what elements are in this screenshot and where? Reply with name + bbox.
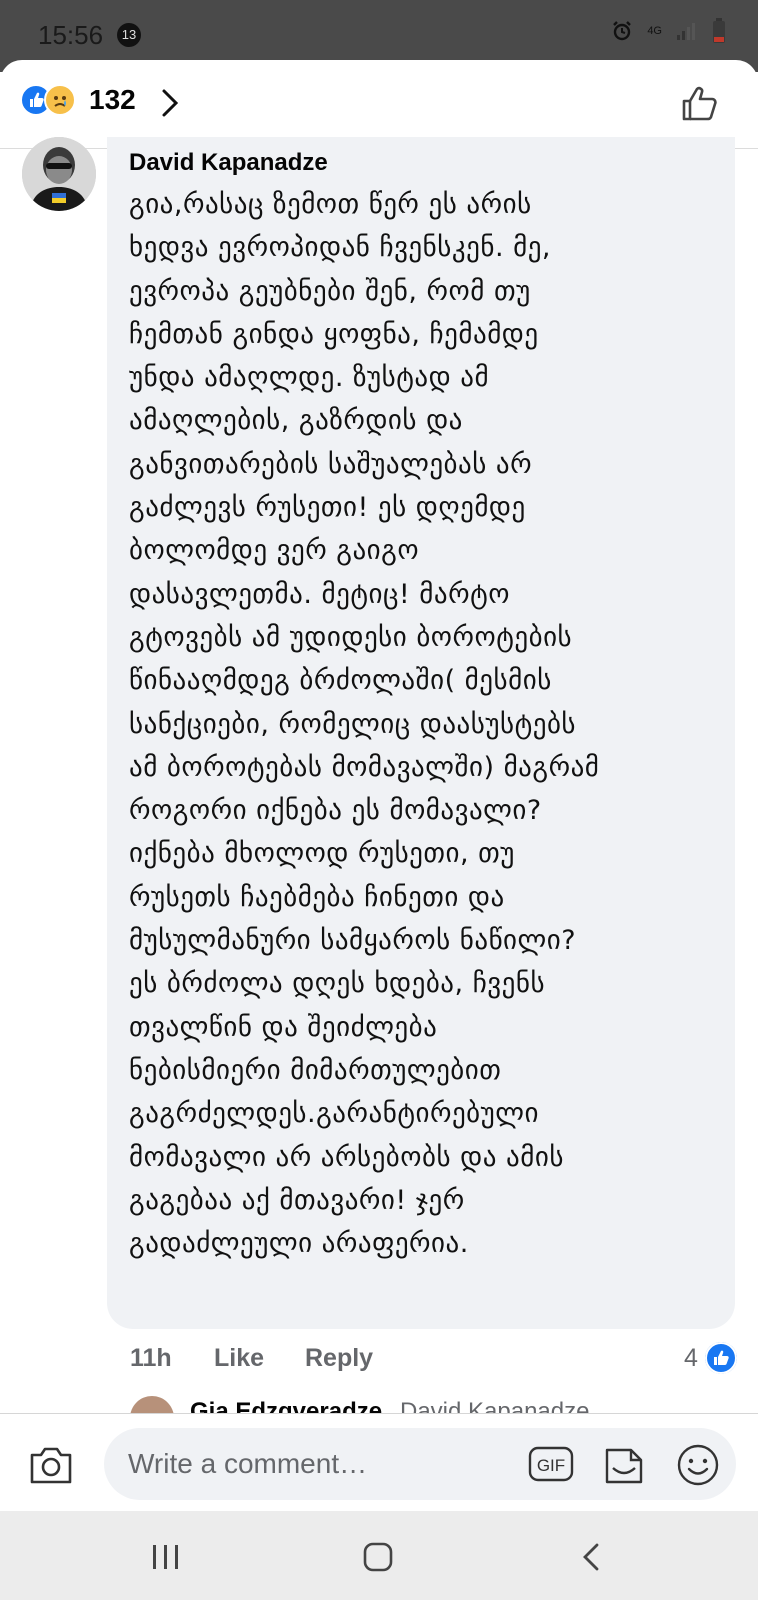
comment-text: გია,რასაც ზემოთ წერ ეს არის ხედვა ევროპიდ… <box>129 183 715 1265</box>
comment-text-line: განვითარების საშუალებას არ <box>129 448 533 480</box>
status-icons: 4G <box>611 18 726 44</box>
reaction-count: 132 <box>89 84 136 115</box>
comment-text-line: ეს ბრძოლა დღეს ხდება, ჩვენს <box>129 968 546 1000</box>
reaction-icons <box>20 84 80 118</box>
comment-timestamp[interactable]: 11h <box>130 1344 172 1373</box>
signal-icon <box>676 21 698 41</box>
comment-reaction-count[interactable]: 4 <box>684 1344 698 1373</box>
comment-like-button[interactable]: Like <box>214 1344 264 1373</box>
reply-mention[interactable]: David Kapanadze <box>400 1398 589 1414</box>
comment-bubble: David Kapanadze გია,რასაც ზემოთ წერ ეს ა… <box>107 137 735 1329</box>
comment-text-line: გაძლევს რუსეთი! ეს დღემდე <box>129 492 526 524</box>
comment-text-line: მუსულმანური სამყაროს ნაწილი? <box>129 925 577 957</box>
comment-text-line: გაგრძელდეს.გარანტირებული <box>129 1098 539 1130</box>
system-nav-bar <box>0 1511 758 1600</box>
emoji-icon[interactable] <box>676 1443 720 1491</box>
reply-author-name[interactable]: Gia Edzgveradze <box>190 1398 382 1414</box>
comment-reply-button[interactable]: Reply <box>305 1344 373 1373</box>
status-time: 15:56 <box>38 20 104 50</box>
reply-avatar[interactable] <box>130 1396 174 1414</box>
comment-text-line: ევროპა გეუბნები შენ, რომ თუ <box>129 275 531 307</box>
comment-text-line: თვალწინ და შეიძლება <box>129 1011 438 1043</box>
home-icon[interactable] <box>362 1541 394 1577</box>
like-reaction-icon[interactable] <box>705 1342 737 1374</box>
comment-composer: GIF <box>0 1413 758 1512</box>
comment-text-line: გტოვებს ამ უდიდესი ბოროტების <box>129 621 573 653</box>
reactions-header[interactable]: 132 <box>0 60 758 149</box>
chevron-right-icon[interactable] <box>160 88 180 122</box>
sad-reaction-icon <box>44 84 76 116</box>
comment-actions: 11h Like Reply 4 <box>128 1340 738 1380</box>
comment-text-line: გადაძლეული არაფერია. <box>129 1228 469 1260</box>
comment-text-line: წინააღმდეგ ბრძოლაში( მესმის <box>129 665 552 697</box>
comment-text-line: ამ ბოროტებას მომავალში) მაგრამ <box>129 751 600 783</box>
notification-count-badge: 13 <box>117 23 141 47</box>
like-outline-button[interactable] <box>680 84 720 128</box>
comment-text-line: დასავლეთმა. მეტიც! მარტო <box>129 578 510 610</box>
network-type-label: 4G <box>647 24 662 37</box>
author-avatar[interactable] <box>22 137 96 211</box>
comment-text-line: სანქციები, რომელიც დაასუსტებს <box>129 708 577 740</box>
comment-input-pill[interactable]: GIF <box>104 1428 736 1500</box>
sticker-icon[interactable] <box>601 1442 647 1492</box>
gif-label: GIF <box>537 1456 565 1475</box>
comment-text-line: გაგებაა აქ მთავარი! ჯერ <box>129 1184 465 1216</box>
reply-preview: Gia Edzgveradze David Kapanadze <box>0 1396 758 1414</box>
back-icon[interactable] <box>580 1541 602 1577</box>
comment-author-name[interactable]: David Kapanadze <box>129 149 715 177</box>
alarm-icon <box>611 20 633 42</box>
comment-text-line: გია,რასაც ზემოთ წერ ეს არის <box>129 189 532 220</box>
camera-icon[interactable] <box>28 1444 74 1490</box>
comment-input[interactable] <box>126 1447 510 1481</box>
comment-text-line: ბოლომდე ვერ გაიგო <box>129 535 420 567</box>
comment-text-line: ნებისმიერი მიმართულებით <box>129 1054 502 1086</box>
recent-apps-icon[interactable] <box>151 1543 181 1575</box>
comment-text-line: მომავალი არ არსებობს და ამის <box>129 1141 564 1173</box>
battery-icon <box>712 18 726 44</box>
gif-button[interactable]: GIF <box>528 1445 574 1487</box>
comment-text-line: ხედვა ევროპიდან ჩვენსკენ. მე, <box>129 232 552 264</box>
comment-text-line: ჩემთან გინდა ყოფნა, ჩემამდე <box>129 318 539 350</box>
comment-text-line: რუსეთს ჩაებმება ჩინეთი და <box>129 881 505 913</box>
comment-text-line: ამაღლების, გაზრდის და <box>129 405 463 437</box>
comment-text-line: როგორი იქნება ეს მომავალი? <box>129 795 542 827</box>
comment-text-line: უნდა ამაღლდე. ზუსტად ამ <box>129 362 490 394</box>
comment-text-line: იქნება მხოლოდ რუსეთი, თუ <box>129 838 515 870</box>
